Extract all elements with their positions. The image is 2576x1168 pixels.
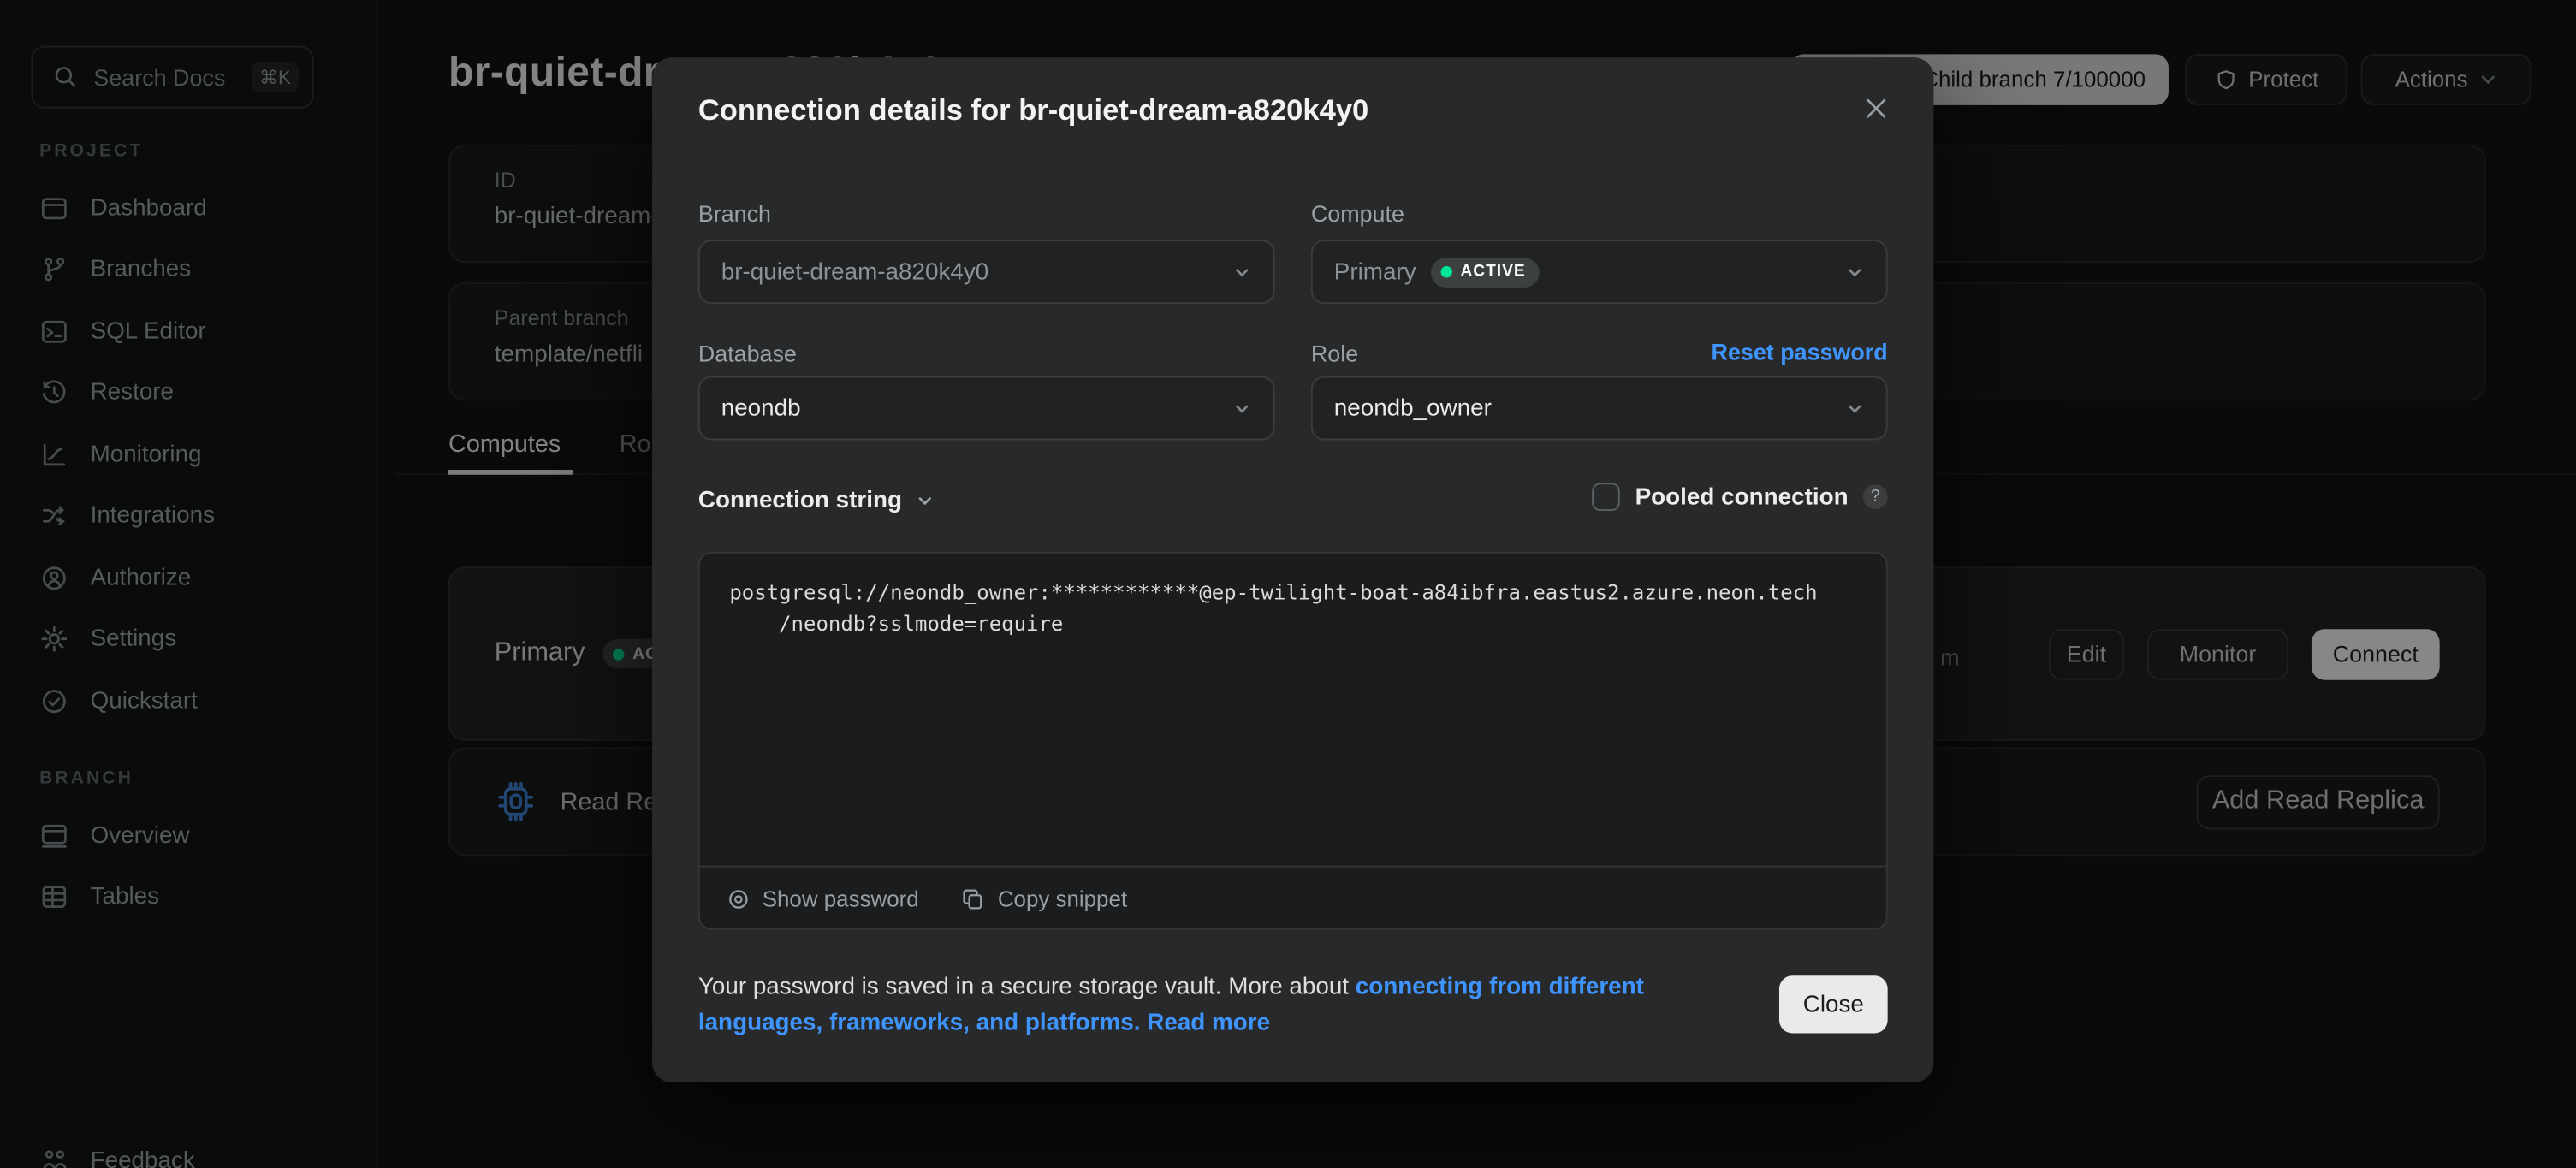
pooled-connection-row: Pooled connection ?: [1593, 483, 1888, 511]
chevron-down-icon: [1232, 399, 1252, 418]
connecting-docs-link-2[interactable]: languages, frameworks, and platforms.: [698, 1010, 1141, 1036]
pooled-connection-label: Pooled connection: [1635, 483, 1849, 510]
show-password-label: Show password: [763, 886, 919, 911]
connection-string-block: postgresql://neondb_owner:************@e…: [698, 552, 1888, 930]
app-window: Search Docs ⌘K PROJECT Dashboard Branche…: [0, 0, 2576, 1168]
connection-string-dropdown[interactable]: Connection string: [698, 488, 935, 514]
connection-string-code: postgresql://neondb_owner:************@e…: [700, 554, 1886, 866]
database-field-label: Database: [698, 340, 797, 366]
pooled-connection-checkbox[interactable]: [1593, 483, 1621, 511]
copy-snippet-label: Copy snippet: [998, 886, 1127, 911]
chevron-down-icon: [1845, 262, 1865, 282]
compute-active-text: ACTIVE: [1460, 263, 1525, 281]
code-toolbar: Show password Copy snippet: [700, 866, 1886, 930]
compute-select[interactable]: Primary ACTIVE: [1311, 240, 1888, 304]
branch-field-label: Branch: [698, 200, 771, 227]
compute-field-label: Compute: [1311, 200, 1404, 227]
connecting-docs-link[interactable]: connecting from different: [1356, 974, 1644, 1000]
close-icon[interactable]: [1860, 92, 1892, 124]
compute-select-value: Primary: [1334, 258, 1416, 285]
code-line-2: /neondb?sslmode=require: [729, 611, 1063, 636]
show-password-button[interactable]: Show password: [726, 886, 918, 911]
chevron-down-icon: [1232, 262, 1252, 282]
role-select-value: neondb_owner: [1334, 395, 1492, 422]
database-select[interactable]: neondb: [698, 376, 1275, 441]
branch-select[interactable]: br-quiet-dream-a820k4y0: [698, 240, 1275, 304]
help-icon[interactable]: ?: [1863, 484, 1888, 509]
eye-icon: [726, 886, 751, 911]
active-dot-icon: [1440, 266, 1451, 277]
copy-icon: [962, 886, 987, 911]
chevron-down-icon: [915, 491, 935, 511]
code-line-1: postgresql://neondb_owner:************@e…: [729, 580, 1817, 605]
reset-password-link[interactable]: Reset password: [1311, 338, 1888, 365]
compute-active-badge: ACTIVE: [1431, 257, 1539, 287]
modal-title: Connection details for br-quiet-dream-a8…: [698, 93, 1368, 127]
connection-details-modal: Connection details for br-quiet-dream-a8…: [652, 57, 1933, 1082]
note-text: Your password is saved in a secure stora…: [698, 974, 1356, 1000]
close-button[interactable]: Close: [1779, 975, 1888, 1033]
password-vault-note: Your password is saved in a secure stora…: [698, 971, 1783, 1042]
connection-string-label: Connection string: [698, 488, 902, 514]
read-more-link[interactable]: Read more: [1147, 1010, 1270, 1036]
database-select-value: neondb: [721, 395, 801, 422]
copy-snippet-button[interactable]: Copy snippet: [962, 886, 1128, 911]
role-select[interactable]: neondb_owner: [1311, 376, 1888, 441]
chevron-down-icon: [1845, 399, 1865, 418]
branch-select-value: br-quiet-dream-a820k4y0: [721, 258, 989, 285]
